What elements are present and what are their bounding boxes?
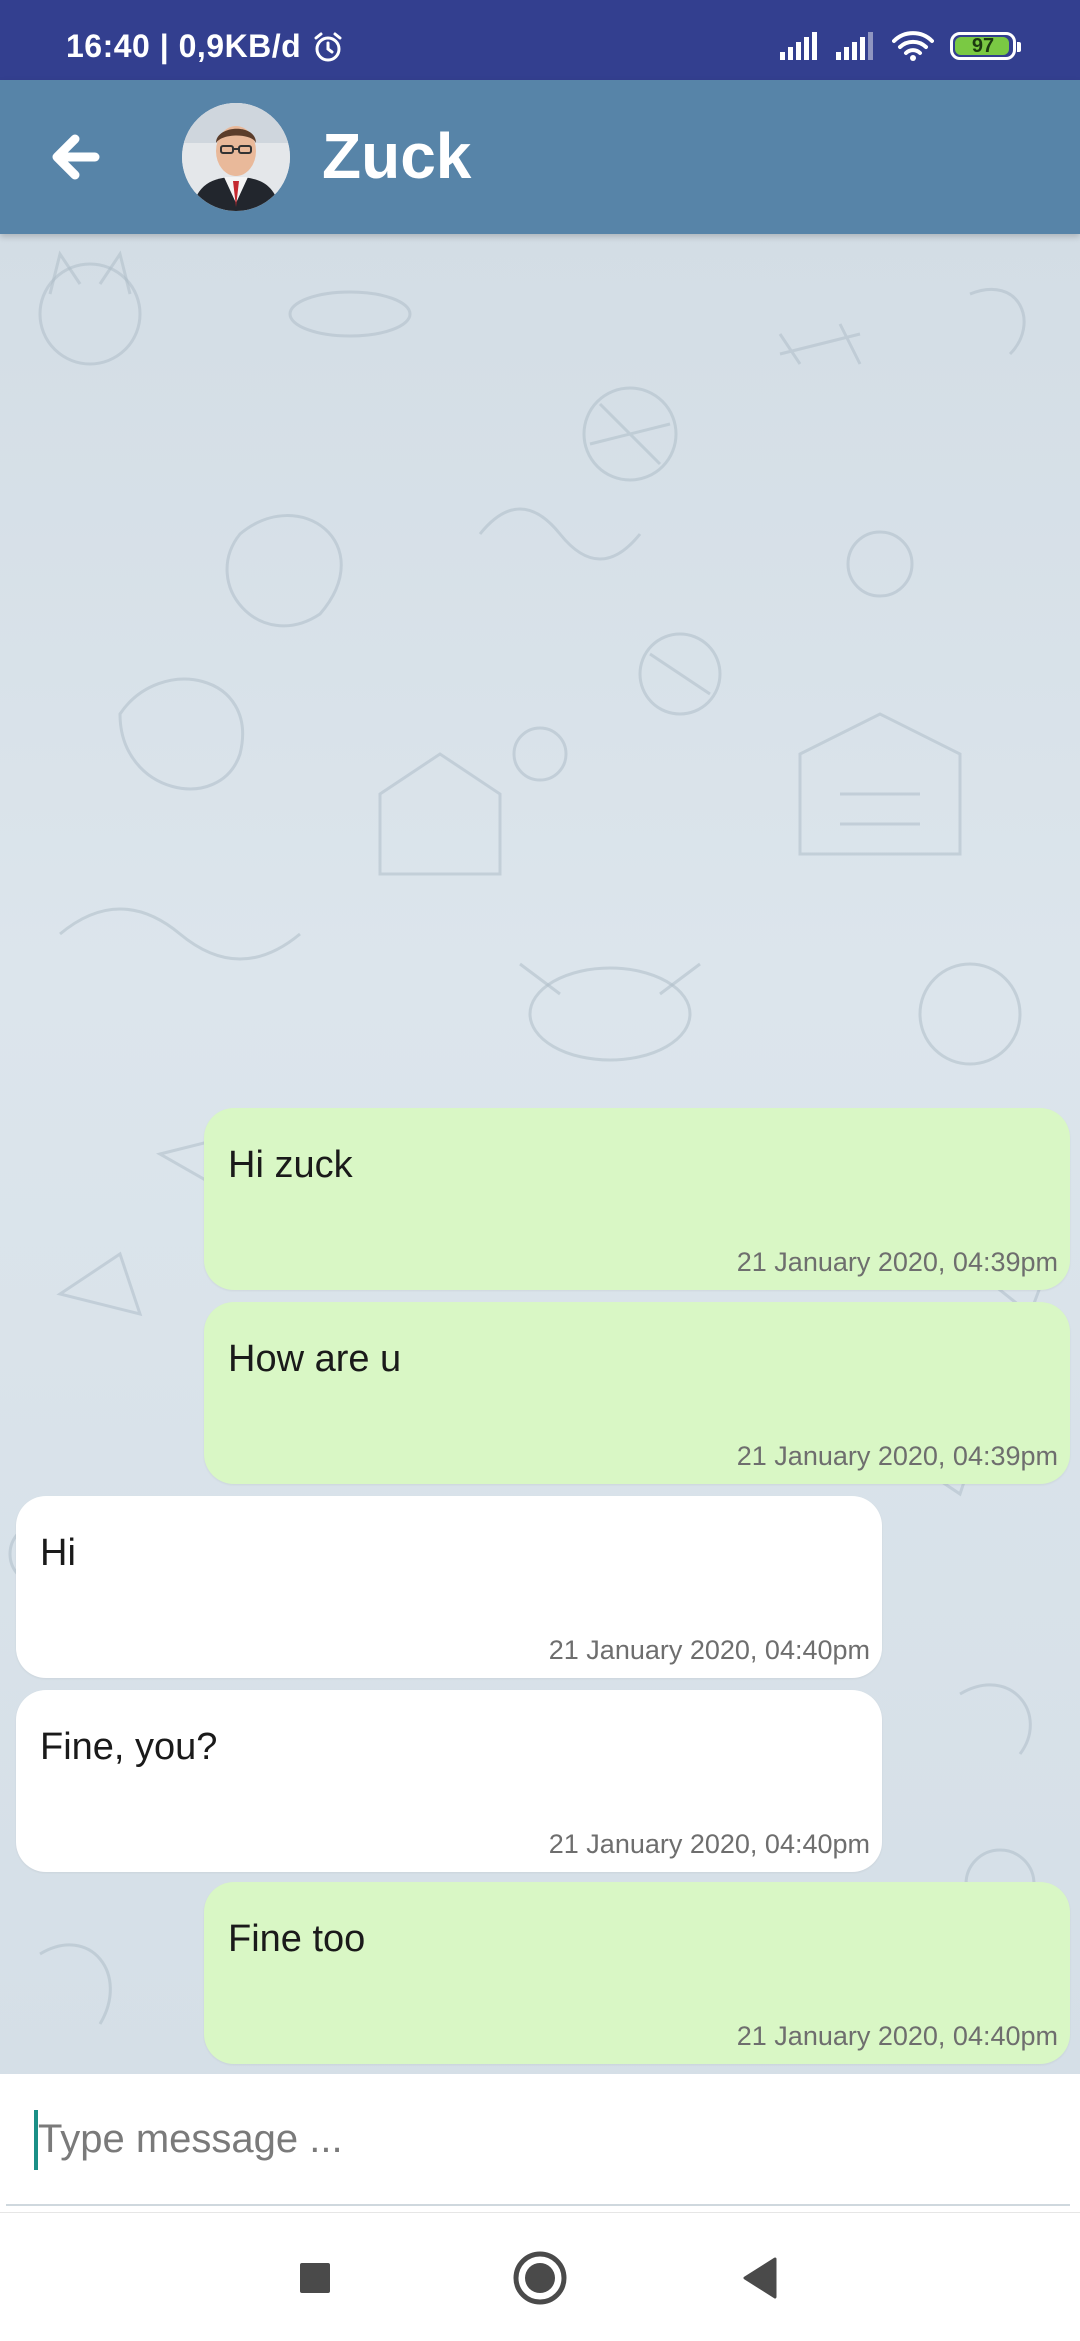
- battery-tip: [1017, 42, 1021, 52]
- system-nav-bar: [0, 2212, 1080, 2341]
- home-circle-icon: [513, 2251, 567, 2305]
- battery-level: 97: [971, 34, 995, 57]
- message-bubble-incoming[interactable]: Fine, you? 21 January 2020, 04:40pm: [16, 1690, 882, 1872]
- home-button[interactable]: [505, 2243, 575, 2313]
- message-bubble-incoming[interactable]: Hi 21 January 2020, 04:40pm: [16, 1496, 882, 1678]
- alarm-icon: [314, 32, 342, 61]
- message-timestamp: 21 January 2020, 04:39pm: [736, 1441, 1058, 1471]
- message-timestamp: 21 January 2020, 04:40pm: [548, 1635, 870, 1665]
- message-text: Fine too: [228, 1918, 366, 1960]
- back-button[interactable]: [40, 120, 110, 194]
- message-bubble-outgoing[interactable]: Fine too 21 January 2020, 04:40pm: [204, 1882, 1070, 2064]
- message-text: How are u: [228, 1338, 402, 1380]
- arrow-left-icon: [52, 134, 100, 180]
- message-timestamp: 21 January 2020, 04:39pm: [736, 1247, 1058, 1277]
- chat-header: Zuck: [0, 80, 1080, 234]
- status-time-group: 16:40 | 0,9KB/d: [66, 28, 345, 65]
- message-timestamp: 21 January 2020, 04:40pm: [548, 1829, 870, 1859]
- message-timestamp: 21 January 2020, 04:40pm: [736, 2021, 1058, 2051]
- recents-button[interactable]: [280, 2243, 350, 2313]
- chat-area[interactable]: Hi zuck 21 January 2020, 04:39pm How are…: [0, 234, 1080, 2074]
- signal-icon: [780, 32, 817, 60]
- avatar[interactable]: [182, 103, 290, 211]
- message-bubble-outgoing[interactable]: How are u 21 January 2020, 04:39pm: [204, 1302, 1070, 1484]
- battery-icon: 97: [950, 32, 1021, 60]
- status-time-speed: 16:40 | 0,9KB/d: [66, 28, 302, 64]
- status-icons: 97: [780, 30, 1021, 62]
- signal-icon: [836, 32, 873, 60]
- message-text: Hi zuck: [228, 1144, 353, 1186]
- message-bubble-outgoing[interactable]: Hi zuck 21 January 2020, 04:39pm: [204, 1108, 1070, 1290]
- contact-name[interactable]: Zuck: [322, 116, 471, 196]
- status-bar: 16:40 | 0,9KB/d 97: [0, 0, 1080, 80]
- message-text: Fine, you?: [40, 1726, 218, 1768]
- nav-back-button[interactable]: [726, 2243, 796, 2313]
- message-composer: [6, 2074, 1070, 2206]
- avatar-picture: [182, 103, 290, 211]
- message-text: Hi: [40, 1532, 76, 1574]
- recents-square-icon: [300, 2263, 330, 2293]
- message-input[interactable]: [32, 2104, 1032, 2174]
- back-triangle-icon: [743, 2257, 777, 2299]
- wifi-icon: [892, 31, 934, 61]
